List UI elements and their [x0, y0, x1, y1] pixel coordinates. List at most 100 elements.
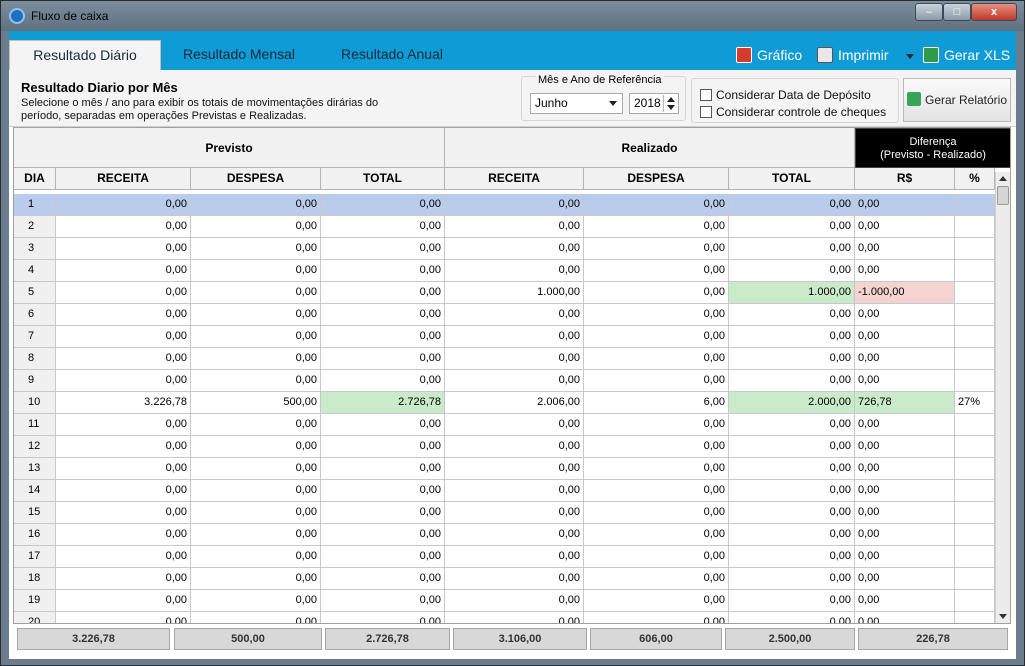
cell-previsto-receita[interactable]: 0,00 [56, 348, 191, 370]
cell-realizado-despesa[interactable]: 0,00 [584, 238, 729, 260]
cell-previsto-despesa[interactable]: 0,00 [191, 216, 321, 238]
cell-previsto-total[interactable]: 0,00 [321, 524, 445, 546]
cell-dia[interactable]: 12 [14, 436, 56, 458]
cell-diferenca-pct[interactable] [955, 502, 995, 524]
cell-dia[interactable]: 13 [14, 458, 56, 480]
chevron-down-icon[interactable] [906, 54, 915, 59]
cell-previsto-receita[interactable]: 0,00 [56, 304, 191, 326]
cell-previsto-receita[interactable]: 0,00 [56, 612, 191, 623]
cell-realizado-total[interactable]: 0,00 [729, 612, 855, 623]
cell-realizado-total[interactable]: 2.000,00 [729, 392, 855, 414]
cell-previsto-total[interactable]: 0,00 [321, 348, 445, 370]
cell-previsto-receita[interactable]: 0,00 [56, 238, 191, 260]
cell-previsto-receita[interactable]: 0,00 [56, 436, 191, 458]
cell-diferenca-rs[interactable]: 0,00 [855, 370, 955, 392]
column-header-previsto-receita[interactable]: RECEITA [56, 168, 191, 190]
cell-realizado-receita[interactable]: 0,00 [445, 590, 584, 612]
cell-diferenca-pct[interactable]: 27% [955, 392, 995, 414]
cell-previsto-total[interactable]: 0,00 [321, 502, 445, 524]
cell-realizado-despesa[interactable]: 0,00 [584, 524, 729, 546]
cell-previsto-despesa[interactable]: 0,00 [191, 546, 321, 568]
cell-dia[interactable]: 14 [14, 480, 56, 502]
cell-realizado-despesa[interactable]: 6,00 [584, 392, 729, 414]
cell-realizado-receita[interactable]: 2.006,00 [445, 392, 584, 414]
cell-realizado-despesa[interactable]: 0,00 [584, 194, 729, 216]
cell-previsto-despesa[interactable]: 0,00 [191, 414, 321, 436]
cell-dia[interactable]: 9 [14, 370, 56, 392]
cell-dia[interactable]: 3 [14, 238, 56, 260]
table-row[interactable]: 8 0,00 0,00 0,00 0,00 0,00 0,00 0,00 [14, 348, 995, 370]
cell-realizado-despesa[interactable]: 0,00 [584, 480, 729, 502]
cell-realizado-receita[interactable]: 0,00 [445, 238, 584, 260]
table-row[interactable]: 10 3.226,78 500,00 2.726,78 2.006,00 6,00 2.00… [14, 392, 995, 414]
cell-realizado-despesa[interactable]: 0,00 [584, 304, 729, 326]
cell-realizado-receita[interactable]: 0,00 [445, 370, 584, 392]
cell-diferenca-pct[interactable] [955, 326, 995, 348]
cell-previsto-total[interactable]: 0,00 [321, 546, 445, 568]
column-header-diferenca-rs[interactable]: R$ [855, 168, 955, 190]
cell-realizado-total[interactable]: 0,00 [729, 304, 855, 326]
checkbox-box[interactable] [700, 106, 712, 118]
cell-realizado-receita[interactable]: 0,00 [445, 304, 584, 326]
cell-previsto-despesa[interactable]: 0,00 [191, 568, 321, 590]
cell-previsto-despesa[interactable]: 0,00 [191, 480, 321, 502]
cell-realizado-receita[interactable]: 0,00 [445, 568, 584, 590]
cell-previsto-despesa[interactable]: 0,00 [191, 524, 321, 546]
cell-diferenca-rs[interactable]: 0,00 [855, 546, 955, 568]
cell-realizado-receita[interactable]: 0,00 [445, 260, 584, 282]
cell-diferenca-rs[interactable]: 0,00 [855, 348, 955, 370]
table-row[interactable]: 7 0,00 0,00 0,00 0,00 0,00 0,00 0,00 [14, 326, 995, 348]
cell-realizado-despesa[interactable]: 0,00 [584, 216, 729, 238]
tab-resultado-anual[interactable]: Resultado Anual [325, 40, 459, 70]
vertical-scrollbar[interactable] [995, 172, 1010, 623]
cell-previsto-despesa[interactable]: 0,00 [191, 370, 321, 392]
cell-previsto-total[interactable]: 2.726,78 [321, 392, 445, 414]
cell-diferenca-pct[interactable] [955, 612, 995, 623]
table-row[interactable]: 5 0,00 0,00 0,00 1.000,00 0,00 1.000,00 -1.000,… [14, 282, 995, 304]
grafico-button[interactable]: Gráfico [736, 45, 802, 65]
cell-realizado-total[interactable]: 0,00 [729, 436, 855, 458]
table-row[interactable]: 4 0,00 0,00 0,00 0,00 0,00 0,00 0,00 [14, 260, 995, 282]
cell-previsto-despesa[interactable]: 0,00 [191, 282, 321, 304]
cell-diferenca-pct[interactable] [955, 282, 995, 304]
cell-realizado-despesa[interactable]: 0,00 [584, 326, 729, 348]
cell-dia[interactable]: 11 [14, 414, 56, 436]
cell-realizado-receita[interactable]: 0,00 [445, 326, 584, 348]
cell-realizado-total[interactable]: 1.000,00 [729, 282, 855, 304]
cell-previsto-despesa[interactable]: 0,00 [191, 436, 321, 458]
cell-previsto-receita[interactable]: 0,00 [56, 370, 191, 392]
deposito-checkbox[interactable]: Considerar Data de Depósito [700, 88, 871, 102]
cell-realizado-total[interactable]: 0,00 [729, 590, 855, 612]
table-row[interactable]: 16 0,00 0,00 0,00 0,00 0,00 0,00 0,00 [14, 524, 995, 546]
arrow-down-icon[interactable] [667, 105, 675, 110]
cell-dia[interactable]: 5 [14, 282, 56, 304]
title-bar[interactable]: Fluxo de caixa – □ x [1, 1, 1024, 31]
cell-realizado-despesa[interactable]: 0,00 [584, 348, 729, 370]
column-header-dia[interactable]: DIA [14, 168, 56, 190]
cell-diferenca-rs[interactable]: 0,00 [855, 524, 955, 546]
column-header-previsto-despesa[interactable]: DESPESA [191, 168, 321, 190]
cell-diferenca-rs[interactable]: 0,00 [855, 590, 955, 612]
cell-previsto-total[interactable]: 0,00 [321, 304, 445, 326]
cell-diferenca-pct[interactable] [955, 238, 995, 260]
imprimir-button[interactable]: Imprimir [817, 45, 915, 65]
cell-realizado-despesa[interactable]: 0,00 [584, 458, 729, 480]
cell-diferenca-pct[interactable] [955, 304, 995, 326]
cell-previsto-total[interactable]: 0,00 [321, 458, 445, 480]
cell-previsto-despesa[interactable]: 0,00 [191, 502, 321, 524]
cell-realizado-total[interactable]: 0,00 [729, 480, 855, 502]
cell-previsto-total[interactable]: 0,00 [321, 194, 445, 216]
cell-diferenca-rs[interactable]: 0,00 [855, 612, 955, 623]
cell-diferenca-pct[interactable] [955, 370, 995, 392]
cell-previsto-receita[interactable]: 0,00 [56, 502, 191, 524]
cell-diferenca-rs[interactable]: 0,00 [855, 502, 955, 524]
table-row[interactable]: 17 0,00 0,00 0,00 0,00 0,00 0,00 0,00 [14, 546, 995, 568]
cell-dia[interactable]: 18 [14, 568, 56, 590]
table-row[interactable]: 18 0,00 0,00 0,00 0,00 0,00 0,00 0,00 [14, 568, 995, 590]
cell-diferenca-pct[interactable] [955, 194, 995, 216]
cell-realizado-receita[interactable]: 0,00 [445, 348, 584, 370]
cell-diferenca-rs[interactable]: -1.000,00 [855, 282, 955, 304]
table-row[interactable]: 12 0,00 0,00 0,00 0,00 0,00 0,00 0,00 [14, 436, 995, 458]
cell-previsto-despesa[interactable]: 0,00 [191, 326, 321, 348]
year-stepper[interactable]: 2018 [629, 93, 679, 114]
